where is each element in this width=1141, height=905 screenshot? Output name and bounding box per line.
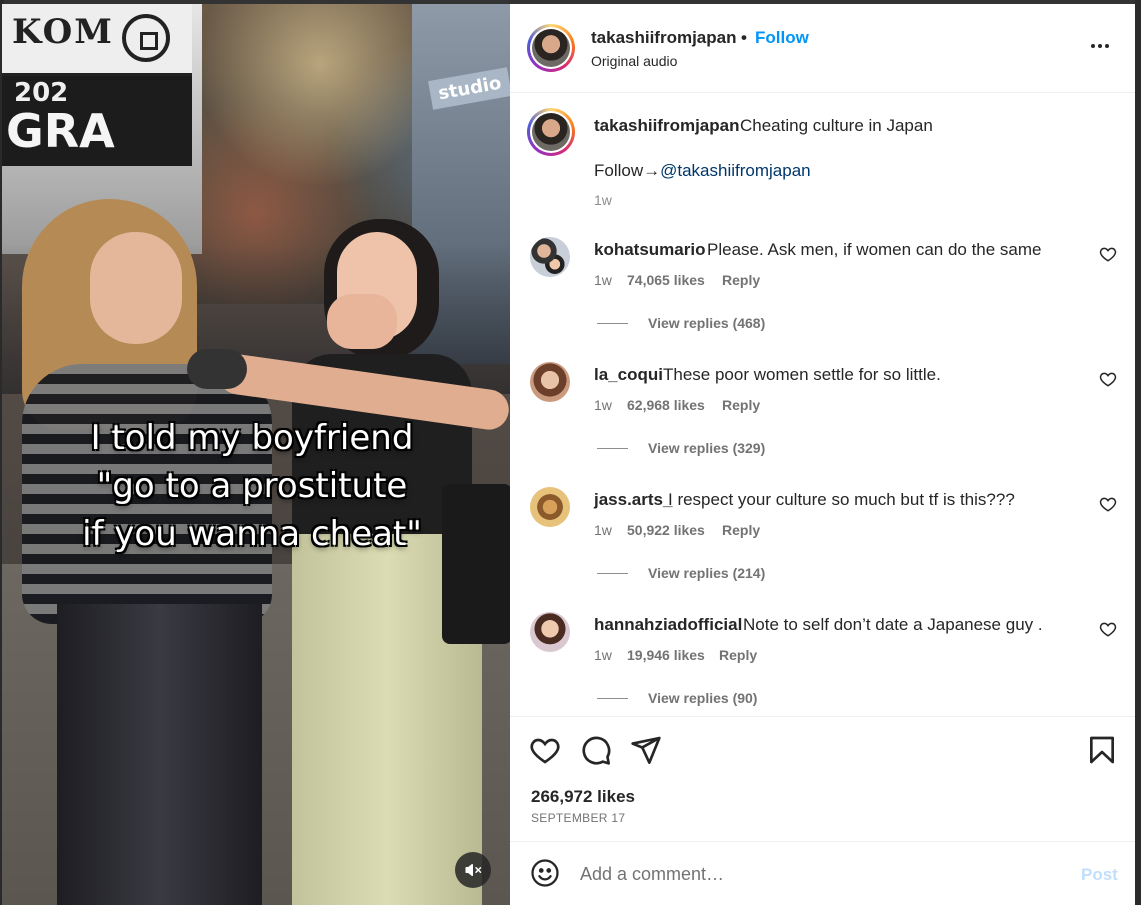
heart-icon[interactable] xyxy=(1099,620,1117,638)
audio-label[interactable]: Original audio xyxy=(591,53,677,69)
backdrop-right xyxy=(1135,0,1141,905)
reply-button[interactable]: Reply xyxy=(722,522,760,538)
caption-mention-link[interactable]: @takashiifromjapan xyxy=(660,161,811,180)
view-replies-button[interactable]: View replies (90) xyxy=(648,690,757,706)
comment-username[interactable]: la_coqui xyxy=(594,365,663,385)
caption-follow-line: Follow→@takashiifromjapan xyxy=(594,161,811,181)
comment-avatar[interactable] xyxy=(530,487,570,527)
comment-text: Please. Ask men, if women can do the sam… xyxy=(707,240,1042,259)
comment-timestamp[interactable]: 1w xyxy=(594,647,612,663)
woman-right-hand xyxy=(327,294,397,349)
comment-timestamp[interactable]: 1w xyxy=(594,397,612,413)
comment-likes[interactable]: 50,922 likes xyxy=(627,522,705,538)
video-caption-overlay: I told my boyfriend "go to a prostitute … xyxy=(82,418,422,554)
woman-left-velvet-pants xyxy=(57,604,262,905)
replies-divider-line xyxy=(597,573,628,574)
caption-text: Cheating culture in Japan xyxy=(740,116,933,135)
author-avatar[interactable] xyxy=(527,24,575,72)
add-comment-input[interactable] xyxy=(580,862,1060,886)
shop-sign-text: KOM xyxy=(12,12,114,52)
comment-text: Note to self don’t date a Japanese guy . xyxy=(743,615,1043,634)
comment-timestamp[interactable]: 1w xyxy=(594,522,612,538)
smiley-icon[interactable] xyxy=(530,858,560,888)
comment-text: I respect your culture so much but tf is… xyxy=(668,490,1015,509)
comment-item: la_coqui These poor women settle for so … xyxy=(510,362,1135,487)
video-player[interactable]: studio KOM 202 GRA I told my boyfriend "… xyxy=(2,4,510,905)
more-horizontal-icon xyxy=(1091,44,1095,48)
caption-author-avatar[interactable] xyxy=(527,108,575,156)
comment-text: These poor women settle for so little. xyxy=(663,365,941,384)
bookmark-icon[interactable] xyxy=(1086,734,1118,766)
post-date[interactable]: SEPTEMBER 17 xyxy=(531,811,625,825)
mute-toggle-button[interactable] xyxy=(455,852,491,888)
replies-divider-line xyxy=(597,448,628,449)
comment-timestamp[interactable]: 1w xyxy=(594,272,612,288)
billboard-text: GRA xyxy=(6,104,115,158)
shop-sign: KOM xyxy=(2,4,192,76)
comment-item: kohatsumario Please. Ask men, if women c… xyxy=(510,237,1135,362)
reply-button[interactable]: Reply xyxy=(722,397,760,413)
view-replies-button[interactable]: View replies (468) xyxy=(648,315,765,331)
post-comment-button[interactable]: Post xyxy=(1081,865,1118,885)
comment-likes[interactable]: 62,968 likes xyxy=(627,397,705,413)
comment-item: hannahziadofficial Note to self don’t da… xyxy=(510,612,1135,737)
replies-divider-line xyxy=(597,323,628,324)
woman-left-face xyxy=(90,232,182,344)
action-bar-divider xyxy=(510,716,1135,717)
heart-icon[interactable] xyxy=(1099,370,1117,388)
post-side-panel: takashiifromjapan • Follow Original audi… xyxy=(510,4,1135,905)
post-header: takashiifromjapan • Follow Original audi… xyxy=(510,4,1135,93)
heart-icon[interactable] xyxy=(1099,495,1117,513)
more-options-button[interactable] xyxy=(1088,34,1112,58)
likes-count[interactable]: 266,972 likes xyxy=(531,787,635,807)
replies-divider-line xyxy=(597,698,628,699)
comment-avatar[interactable] xyxy=(530,362,570,402)
caption-timestamp[interactable]: 1w xyxy=(594,192,612,208)
caption-username[interactable]: takashiifromjapan xyxy=(594,116,740,136)
comment-username[interactable]: hannahziadofficial xyxy=(594,615,742,635)
comment-likes[interactable]: 19,946 likes xyxy=(627,647,705,663)
heart-icon[interactable] xyxy=(529,734,561,766)
view-replies-button[interactable]: View replies (329) xyxy=(648,440,765,456)
reply-button[interactable]: Reply xyxy=(722,272,760,288)
comment-username[interactable]: kohatsumario xyxy=(594,240,705,260)
comment-avatar[interactable] xyxy=(530,237,570,277)
comment-avatar[interactable] xyxy=(530,612,570,652)
caption-follow-prefix: Follow→ xyxy=(594,161,661,180)
composer-divider xyxy=(510,841,1135,842)
author-username[interactable]: takashiifromjapan xyxy=(591,28,737,48)
follow-button[interactable]: Follow xyxy=(755,28,809,48)
shop-sign-logo xyxy=(122,14,170,62)
comment-item: jass.arts_ I respect your culture so muc… xyxy=(510,487,1135,612)
comment-bubble-icon[interactable] xyxy=(580,734,612,766)
view-replies-button[interactable]: View replies (214) xyxy=(648,565,765,581)
microphone xyxy=(187,349,247,389)
comment-likes[interactable]: 74,065 likes xyxy=(627,272,705,288)
paper-plane-icon[interactable] xyxy=(630,734,662,766)
reply-button[interactable]: Reply xyxy=(719,647,757,663)
comment-username[interactable]: jass.arts_ xyxy=(594,490,672,510)
speaker-muted-icon xyxy=(465,864,482,876)
separator-dot: • xyxy=(741,28,747,47)
heart-icon[interactable] xyxy=(1099,245,1117,263)
